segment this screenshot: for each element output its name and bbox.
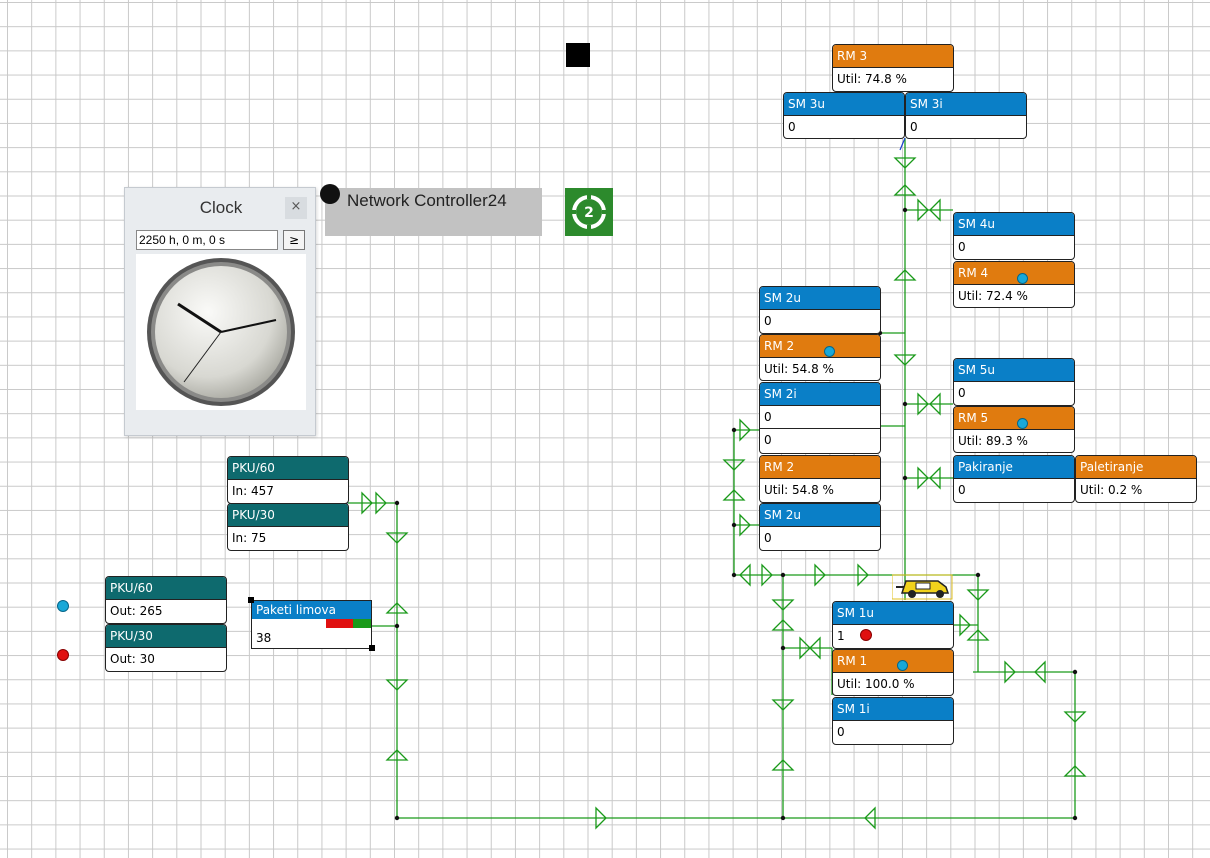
block-title: RM 2 [760,335,880,357]
rm4-block[interactable]: RM 4 Util: 72.4 % [953,261,1075,308]
black-square-node[interactable] [566,43,590,67]
paketi-limova-block[interactable]: Paketi limova 38 [251,600,372,649]
rm2-block[interactable]: RM 2 Util: 54.8 % [759,455,881,503]
block-title: RM 1 [833,650,953,672]
status-dot-icon [897,660,908,671]
status-dot-icon [57,649,69,661]
block-title: SM 5u [954,359,1074,381]
block-value: 1 [833,624,953,647]
block-value: Util: 54.8 % [760,478,880,501]
sm3u-block[interactable]: SM 3u 0 [783,92,905,139]
block-value: Out: 265 [106,599,226,622]
block-value: In: 457 [228,479,348,502]
block-title: Paletiranje [1076,456,1196,478]
status-dot-icon [860,629,872,641]
status-dot-icon [824,346,835,357]
block-value: 0 [954,478,1074,501]
block-value: 0 [906,115,1026,138]
pku60-out-block[interactable]: PKU/60 Out: 265 [105,576,227,624]
clock-step-button[interactable]: ≥ [283,230,305,250]
block-title: SM 2u [760,287,880,309]
status-dot-icon [57,600,69,612]
network-controller-label: Network Controller24 [347,191,507,210]
block-title: SM 1u [833,602,953,624]
block-value: 0 [760,428,880,451]
clock-window[interactable]: Clock × 2250 h, 0 m, 0 s ≥ [124,187,316,436]
rm2-block[interactable]: RM 2 Util: 54.8 % [759,334,881,381]
block-title: RM 2 [760,456,880,478]
block-title: RM 4 [954,262,1074,284]
pakiranje-block[interactable]: Pakiranje 0 [953,455,1075,503]
block-value: Util: 89.3 % [954,429,1074,452]
block-value: 0 [954,381,1074,404]
block-title: RM 5 [954,407,1074,429]
block-value: Util: 72.4 % [954,284,1074,307]
rm1-block[interactable]: RM 1 Util: 100.0 % [832,649,954,696]
block-value: Util: 74.8 % [833,67,953,90]
block-value: 0 [954,235,1074,258]
block-title: Paketi limova [252,601,371,619]
sm1i-block[interactable]: SM 1i 0 [832,697,954,745]
clock-face-icon [136,254,306,410]
sm2u-block[interactable]: SM 2u 0 [759,503,881,551]
pku30-in-block[interactable]: PKU/30 In: 75 [227,503,349,551]
block-value: Util: 54.8 % [760,357,880,380]
status-dot-icon [1017,273,1028,284]
block-value: Out: 30 [106,647,226,670]
block-title: PKU/30 [106,625,226,647]
truck-icon[interactable] [891,573,954,601]
block-value: 0 [833,720,953,743]
network-icon[interactable]: 2 [565,188,613,236]
block-title: SM 3i [906,93,1026,115]
block-title: SM 2u [760,504,880,526]
block-title: RM 3 [833,45,953,67]
block-title: SM 2i [760,383,880,405]
block-title: SM 1i [833,698,953,720]
sm2i-block[interactable]: SM 2i 0 0 [759,382,881,454]
block-title: SM 3u [784,93,904,115]
pku30-out-block[interactable]: PKU/30 Out: 30 [105,624,227,672]
block-value: Util: 100.0 % [833,672,953,695]
block-title: PKU/30 [228,504,348,526]
rm5-block[interactable]: RM 5 Util: 89.3 % [953,406,1075,453]
resize-handle[interactable] [369,645,375,651]
network-icon-graphic: 2 [568,191,610,233]
sm3i-block[interactable]: SM 3i 0 [905,92,1027,139]
block-value: 0 [760,309,880,332]
block-title: PKU/60 [228,457,348,479]
resize-handle[interactable] [248,597,254,603]
block-value: Util: 0.2 % [1076,478,1196,501]
progress-bar [252,619,371,628]
sm4u-block[interactable]: SM 4u 0 [953,212,1075,260]
network-controller-dot-icon [320,184,340,204]
network-icon-number: 2 [584,205,594,221]
sm1u-block[interactable]: SM 1u 1 [832,601,954,649]
block-value: 0 [784,115,904,138]
paletiranje-block[interactable]: Paletiranje Util: 0.2 % [1075,455,1197,503]
close-icon[interactable]: × [285,197,307,219]
pku60-in-block[interactable]: PKU/60 In: 457 [227,456,349,504]
clock-time-field[interactable]: 2250 h, 0 m, 0 s [136,230,278,250]
block-title: SM 4u [954,213,1074,235]
block-title: PKU/60 [106,577,226,599]
network-controller[interactable]: Network Controller24 [325,188,542,236]
block-value: In: 75 [228,526,348,549]
status-dot-icon [1017,418,1028,429]
sm2u-block[interactable]: SM 2u 0 [759,286,881,334]
block-title: Pakiranje [954,456,1074,478]
sm5u-block[interactable]: SM 5u 0 [953,358,1075,406]
rm3-block[interactable]: RM 3 Util: 74.8 % [832,44,954,92]
block-value: 0 [760,405,880,428]
block-value: 0 [760,526,880,549]
block-value: 38 [256,631,272,645]
